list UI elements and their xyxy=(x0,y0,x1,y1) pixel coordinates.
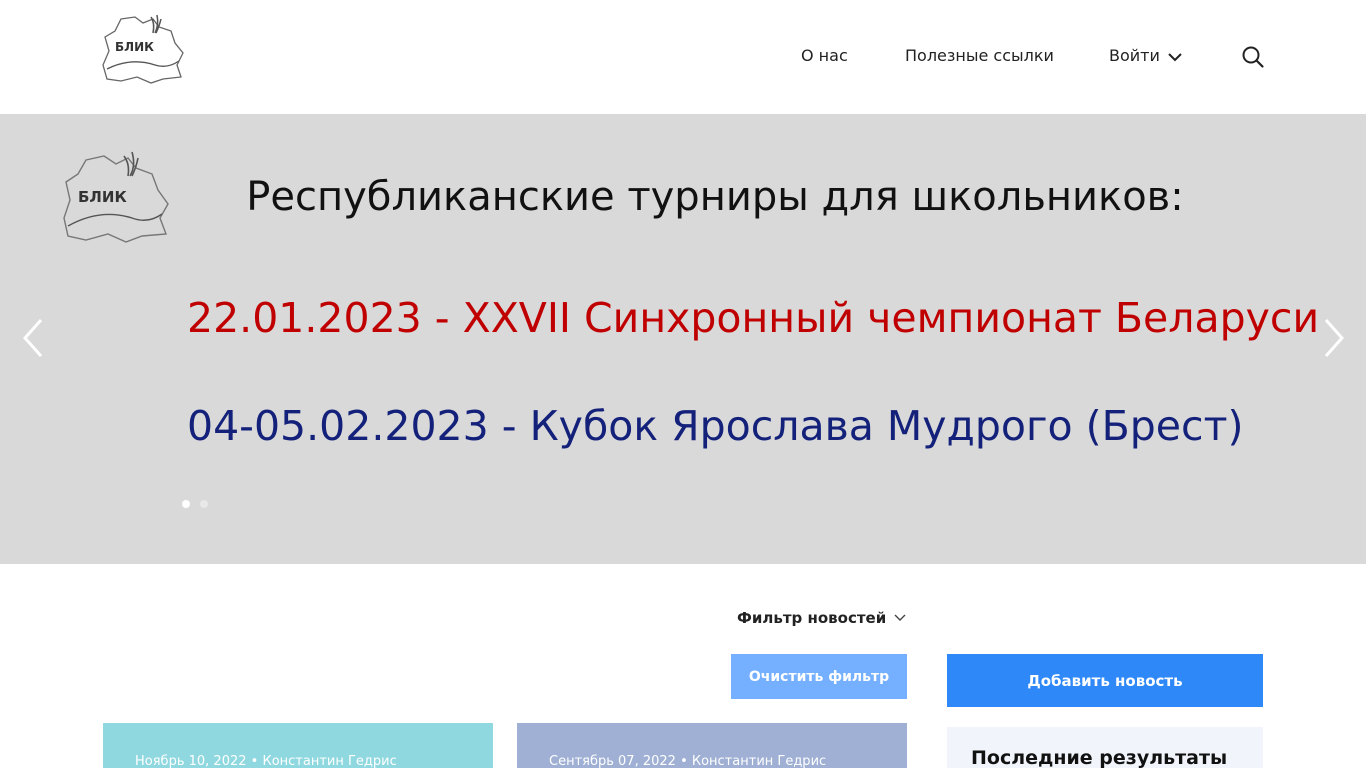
chevron-down-icon xyxy=(1168,52,1182,61)
news-card-meta: Ноябрь 10, 2022 • Константин Гедрис xyxy=(135,754,397,768)
meta-separator: • xyxy=(250,754,259,768)
news-card[interactable]: Ноябрь 10, 2022 • Константин Гедрис xyxy=(103,723,493,768)
slider-prev-button[interactable] xyxy=(17,316,47,360)
news-card[interactable]: Сентябрь 07, 2022 • Константин Гедрис xyxy=(517,723,907,768)
slider-next-button[interactable] xyxy=(1320,316,1350,360)
svg-text:БЛИК: БЛИК xyxy=(115,40,154,54)
nav-login-dropdown[interactable]: Войти xyxy=(1109,46,1182,65)
news-filter-toggle[interactable]: Фильтр новостей xyxy=(737,609,906,627)
chevron-right-icon xyxy=(1324,319,1345,357)
chevron-down-icon xyxy=(894,614,906,621)
nav-login-label: Войти xyxy=(1109,46,1160,65)
search-icon xyxy=(1242,46,1264,68)
slider-pagination xyxy=(182,500,208,508)
chevron-left-icon xyxy=(22,319,43,357)
clear-filter-button[interactable]: Очистить фильтр xyxy=(731,654,907,699)
news-author[interactable]: Константин Гедрис xyxy=(692,754,826,768)
site-logo[interactable]: БЛИК xyxy=(101,13,185,85)
news-date: Ноябрь 10, 2022 xyxy=(135,754,247,768)
slider-dot-1[interactable] xyxy=(182,500,190,508)
site-header: БЛИК О нас Полезные ссылки Войти xyxy=(0,0,1366,114)
nav-useful-links[interactable]: Полезные ссылки xyxy=(905,46,1054,65)
meta-separator: • xyxy=(680,754,688,768)
add-news-button[interactable]: Добавить новость xyxy=(947,654,1263,707)
latest-results-title: Последние результаты xyxy=(971,747,1228,768)
slide-title: Республиканские турниры для школьников: xyxy=(246,174,1184,220)
slide-event-1: 22.01.2023 - XXVII Синхронный чемпионат … xyxy=(187,294,1320,342)
nav-about[interactable]: О нас xyxy=(801,46,848,65)
slide-event-2: 04-05.02.2023 - Кубок Ярослава Мудрого (… xyxy=(187,402,1244,450)
news-card-meta: Сентябрь 07, 2022 • Константин Гедрис xyxy=(549,754,826,768)
news-filter-label: Фильтр новостей xyxy=(737,609,887,627)
search-button[interactable] xyxy=(1240,44,1266,70)
latest-results-panel: Последние результаты xyxy=(947,727,1263,768)
news-author[interactable]: Константин Гедрис xyxy=(262,754,396,768)
belarus-map-logo-icon: БЛИК xyxy=(102,14,184,84)
news-date: Сентябрь 07, 2022 xyxy=(549,754,676,768)
hero-slider: БЛИК Республиканские турниры для школьни… xyxy=(0,114,1366,564)
slider-dot-2[interactable] xyxy=(200,500,208,508)
